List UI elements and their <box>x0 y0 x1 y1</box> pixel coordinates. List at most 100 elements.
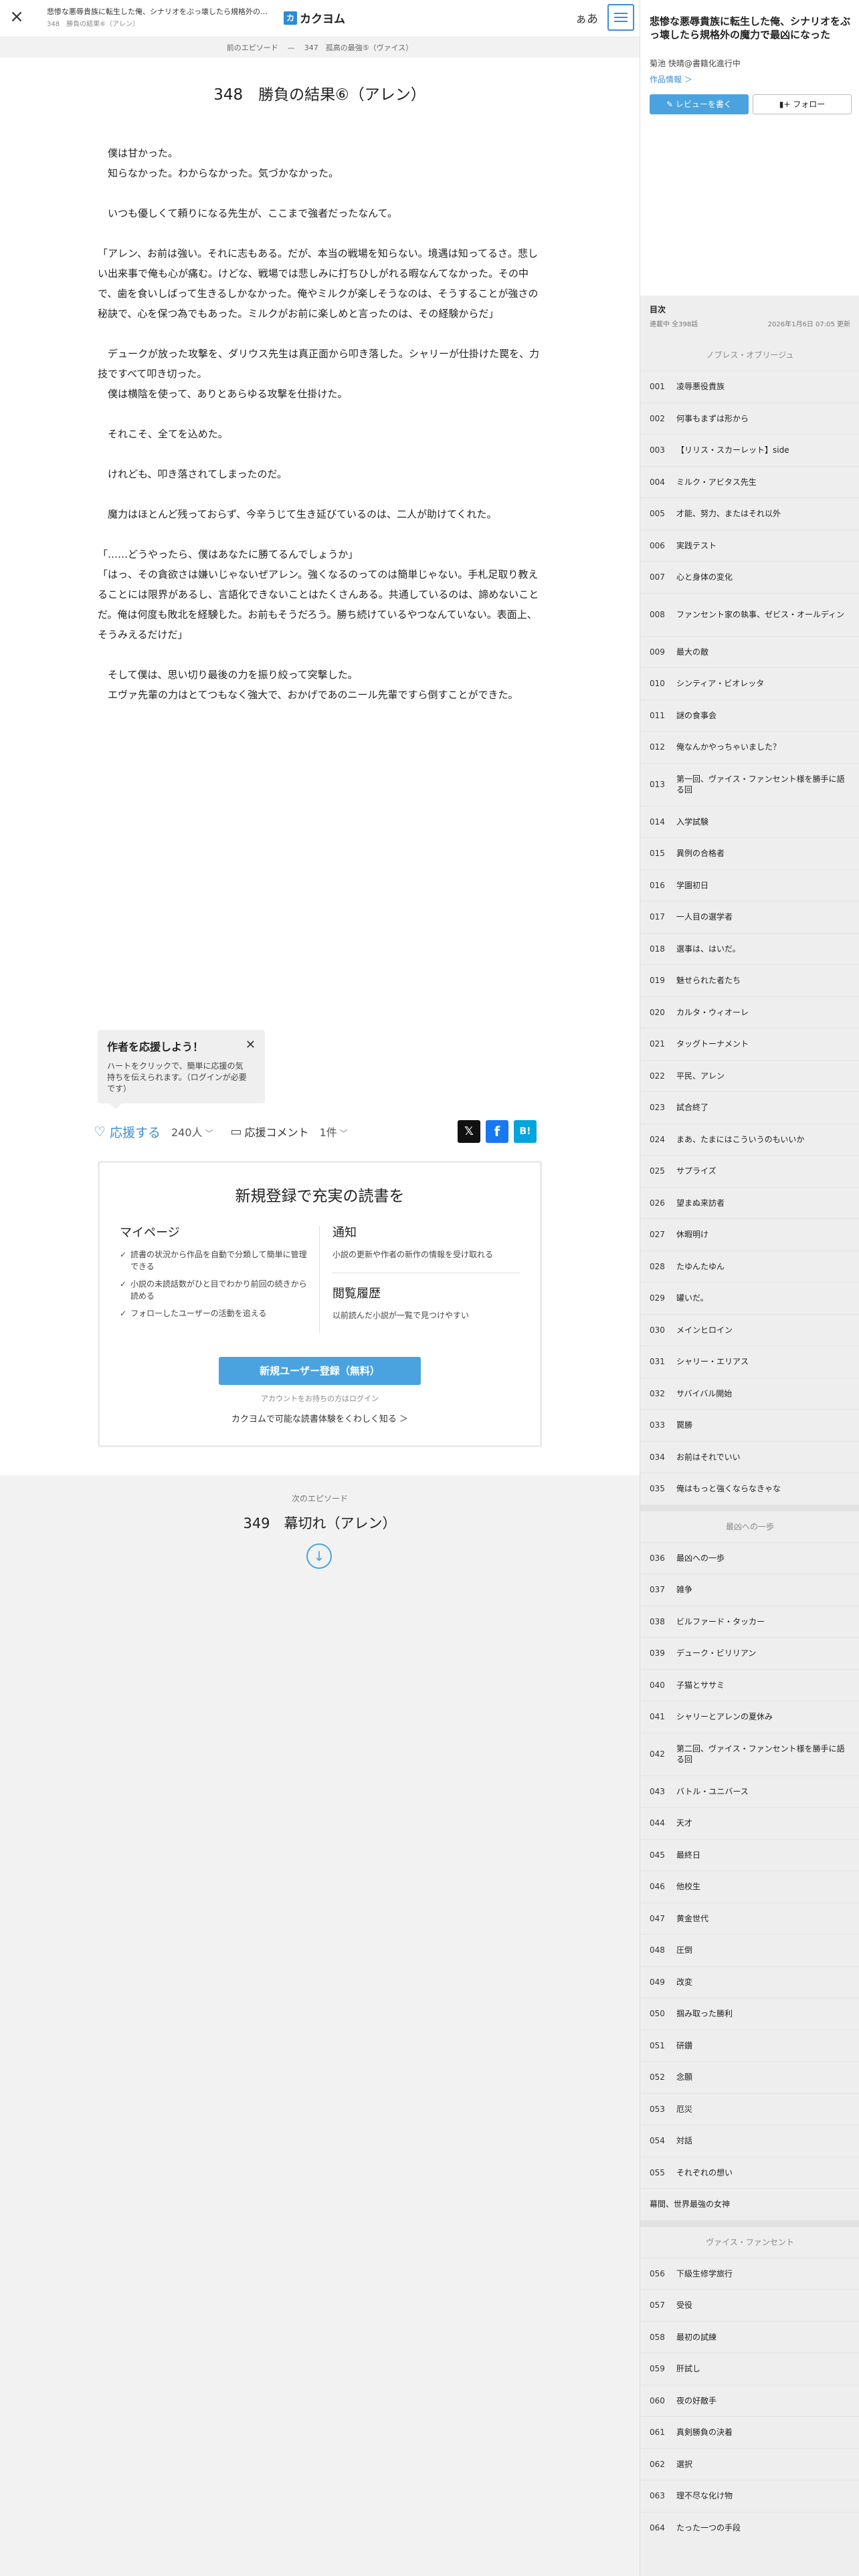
next-episode-link[interactable]: 349 幕切れ（アレン） <box>0 1513 640 1533</box>
episode-list-item[interactable]: 018 選事は、はいだ。 <box>640 932 859 965</box>
episode-list-item[interactable]: 056 下級生修学旅行 <box>640 2257 859 2290</box>
episode-list-item[interactable]: 014 入学試験 <box>640 805 859 838</box>
episode-list-item[interactable]: 037 雑争 <box>640 1574 859 1606</box>
share-hatena-icon[interactable]: B! <box>514 1120 537 1143</box>
episode-list-item[interactable]: 053 厄災 <box>640 2092 859 2125</box>
arrow-down-icon[interactable]: ↓ <box>306 1543 332 1569</box>
episode-number: 025 <box>650 1166 665 1176</box>
episode-list-item[interactable]: 021 タッグトーナメント <box>640 1028 859 1060</box>
episode-list-item[interactable]: 004 ミルク・アビタス先生 <box>640 465 859 498</box>
font-size-button[interactable]: ぁあ <box>575 9 598 26</box>
episode-list-item[interactable]: 044 天才 <box>640 1807 859 1839</box>
episode-list-item[interactable]: 046 他校生 <box>640 1870 859 1903</box>
episode-list-item[interactable]: 003 【リリス・スカーレット】side <box>640 434 859 466</box>
episode-list-item[interactable]: 005 才能、努力、またはそれ以外 <box>640 498 859 530</box>
kakuyomu-logo[interactable]: カ カクヨム <box>284 9 345 26</box>
episode-list-item[interactable]: 052 念願 <box>640 2061 859 2093</box>
episode-title: 選択 <box>676 2459 693 2469</box>
episode-list-item[interactable]: 019 魅せられた者たち <box>640 964 859 996</box>
episode-list-item[interactable]: 064 たった一つの手段 <box>640 2511 859 2544</box>
episode-list-item[interactable]: 010 シンティア・ビオレッタ <box>640 667 859 700</box>
episode-list-item[interactable]: 025 サプライズ <box>640 1155 859 1187</box>
episode-list-item[interactable]: 029 罐いだ。 <box>640 1282 859 1314</box>
episode-list-item[interactable]: 061 真剣勝負の決着 <box>640 2416 859 2448</box>
episode-list-item[interactable]: 015 異例の合格者 <box>640 837 859 869</box>
follow-button[interactable]: ▮+ フォロー <box>753 94 852 114</box>
episode-list-item[interactable]: 013 第一回、ヴァイス・ファンセント様を勝手に語る回 <box>640 762 859 806</box>
episode-list-item[interactable]: 022 平民、アレン <box>640 1059 859 1092</box>
login-link[interactable]: アカウントをお持ちの方はログイン <box>100 1393 540 1404</box>
review-button[interactable]: ✎ レビューを書く <box>650 94 749 114</box>
episode-list-item[interactable]: 060 夜の好敵手 <box>640 2384 859 2417</box>
episode-list-item[interactable]: 058 最初の試練 <box>640 2321 859 2353</box>
episode-list-item[interactable]: 063 理不尽な化け物 <box>640 2480 859 2512</box>
comment-count[interactable]: 1件 ﹀ <box>320 1123 348 1140</box>
episode-list-item[interactable]: 035 俺はもっと強くならなきゃな <box>640 1473 859 1505</box>
episode-list-item[interactable]: 008 ファンセント家の執事、ゼビス・オールディン <box>640 593 859 636</box>
episode-list-item[interactable]: 023 試合終了 <box>640 1091 859 1123</box>
work-info-link[interactable]: 作品情報 ＞ <box>650 74 692 85</box>
episode-list-item[interactable]: 042 第二回、ヴァイス・ファンセント様を勝手に語る回 <box>640 1732 859 1776</box>
episode-title: 掴み取った勝利 <box>676 2009 733 2019</box>
episode-title: 実践テスト <box>676 540 717 550</box>
comment-icon[interactable]: ▭ <box>231 1125 242 1139</box>
episode-list-item[interactable]: 050 掴み取った勝利 <box>640 1998 859 2030</box>
episode-list-item[interactable]: 012 俺なんかやっちゃいました？ <box>640 731 859 763</box>
episode-list-item[interactable]: 043 バトル・ユニバース <box>640 1775 859 1808</box>
episode-list-item[interactable]: 020 カルタ・ウィオーレ <box>640 996 859 1029</box>
episode-list-item[interactable]: 011 謎の食事会 <box>640 699 859 732</box>
episode-list-item[interactable]: 059 肝試し <box>640 2353 859 2385</box>
episode-list-item[interactable]: 054 対話 <box>640 2125 859 2157</box>
episode-list-item[interactable]: 049 改変 <box>640 1965 859 1998</box>
episode-list-item[interactable]: 024 まあ、たまにはこういうのもいいか <box>640 1123 859 1156</box>
episode-list-item[interactable]: 017 一人目の選学者 <box>640 901 859 933</box>
episode-list-item[interactable]: 027 休暇明け <box>640 1218 859 1251</box>
episode-list-item[interactable]: 幕間、世界最強の女神 <box>640 2188 859 2220</box>
episode-list-item[interactable]: 031 シャリー・エリアス <box>640 1346 859 1378</box>
episode-list-item[interactable]: 030 メインヒロイン <box>640 1313 859 1346</box>
comment-button[interactable]: 応援コメント <box>245 1123 309 1140</box>
episode-list-item[interactable]: 002 何事もまずは形から <box>640 402 859 435</box>
episode-list-item[interactable]: 009 最大の敵 <box>640 635 859 668</box>
episode-list-item[interactable]: 047 黄金世代 <box>640 1902 859 1935</box>
episode-list-item[interactable]: 028 たゆんたゆん <box>640 1250 859 1283</box>
episode-list-item[interactable]: 051 研鑽 <box>640 2029 859 2062</box>
author-name[interactable]: 菊池 快晴@書籍化進行中 <box>650 58 741 69</box>
episode-list-item[interactable]: 001 凌辱悪役貴族 <box>640 370 859 403</box>
episode-list-item[interactable]: 055 それぞれの想い <box>640 2156 859 2189</box>
close-icon[interactable]: ✕ <box>246 1038 256 1052</box>
episode-list-item[interactable]: 041 シャリーとアレンの夏休み <box>640 1701 859 1733</box>
cheer-count[interactable]: 240人 ﹀ <box>171 1123 213 1140</box>
episode-title: 348 勝負の結果⑥（アレン） <box>213 86 426 104</box>
prev-episode-link[interactable]: 347 孤高の最強⑤（ヴァイス） <box>304 42 413 53</box>
menu-icon[interactable] <box>607 4 634 31</box>
sidebar-work-title[interactable]: 悲惨な悪辱貴族に転生した俺、シナリオをぶっ壊したら規格外の魔力で最凶になった <box>650 15 850 41</box>
share-facebook-icon[interactable]: f <box>486 1120 508 1143</box>
header-work-title[interactable]: 悲惨な悪辱貴族に転生した俺、シナリオをぶっ壊したら規格外の魔力で最凶になった <box>47 6 274 17</box>
episode-list-item[interactable]: 039 デューク・ビリリアン <box>640 1637 859 1669</box>
share-x-icon[interactable]: 𝕏 <box>458 1120 480 1143</box>
episode-list-item[interactable]: 006 実践テスト <box>640 529 859 562</box>
episode-list-item[interactable]: 033 罠勝 <box>640 1409 859 1441</box>
heart-icon[interactable]: ♡ <box>94 1123 106 1140</box>
learn-more-link[interactable]: カクヨムで可能な読書体験をくわしく知る ＞ <box>100 1412 540 1424</box>
episode-list-item[interactable]: 007 心と身体の変化 <box>640 561 859 593</box>
episode-list-item[interactable]: 032 サバイバル開始 <box>640 1377 859 1410</box>
episode-list-item[interactable]: 040 子猫とササミ <box>640 1669 859 1701</box>
body-paragraph: 知らなかった。わからなかった。気づかなかった。 <box>98 167 339 179</box>
episode-list-item[interactable]: 057 受役 <box>640 2289 859 2321</box>
episode-list-item[interactable]: 026 望まぬ来訪者 <box>640 1186 859 1219</box>
register-button[interactable]: 新規ユーザー登録（無料） <box>219 1357 421 1385</box>
episode-list-item[interactable]: 016 学園初日 <box>640 869 859 901</box>
body-paragraph: それこそ、全てを込めた。 <box>98 428 228 440</box>
close-icon[interactable]: × <box>8 8 25 25</box>
episode-list-item[interactable]: 045 最終日 <box>640 1838 859 1871</box>
episode-list-item[interactable]: 034 お前はそれでいい <box>640 1440 859 1473</box>
episode-list-item[interactable]: 062 選択 <box>640 2448 859 2480</box>
episode-title: 肝試し <box>676 2364 701 2374</box>
cheer-button[interactable]: 応援する <box>110 1123 161 1141</box>
prev-episode-label[interactable]: 前のエピソード <box>227 42 278 53</box>
episode-list-item[interactable]: 048 圧倒 <box>640 1934 859 1966</box>
episode-list-item[interactable]: 036 最凶への一歩 <box>640 1541 859 1574</box>
episode-list-item[interactable]: 038 ビルファード・タッカー <box>640 1605 859 1638</box>
